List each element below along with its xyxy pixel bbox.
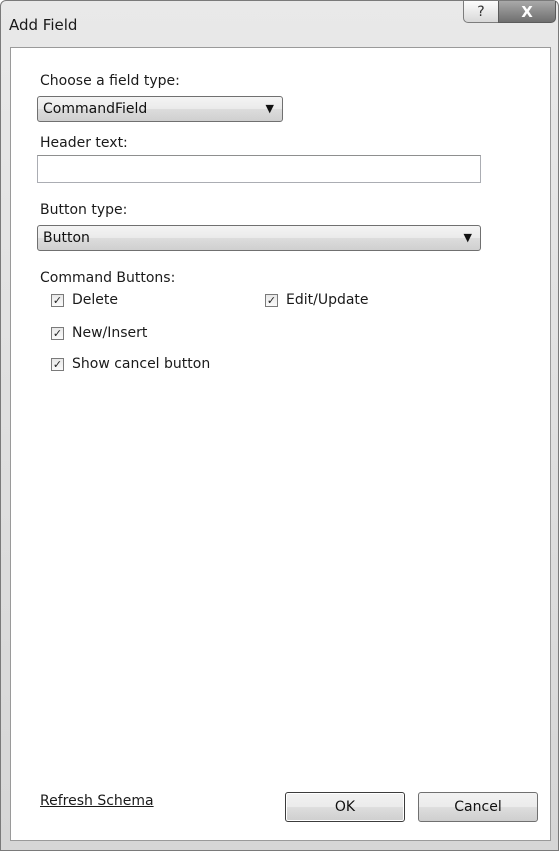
chevron-down-icon: ▼	[463, 231, 472, 244]
checkbox-checked-icon[interactable]: ✓	[51, 357, 64, 371]
checkbox-show-cancel[interactable]: ✓ Show cancel button	[51, 354, 210, 374]
button-type-dropdown[interactable]: Button ▼	[37, 225, 481, 251]
dialog-content: Choose a field type: CommandField ▼ Head…	[10, 47, 551, 841]
checkbox-label: Delete	[72, 292, 118, 308]
checkbox-label: New/Insert	[72, 325, 148, 341]
title-bar: Add Field ? X	[1, 1, 558, 45]
field-type-label: Choose a field type:	[40, 73, 180, 89]
field-type-dropdown[interactable]: CommandField ▼	[37, 96, 283, 122]
chevron-down-icon: ▼	[265, 102, 274, 115]
ok-button[interactable]: OK	[285, 792, 405, 822]
command-buttons-label: Command Buttons:	[40, 270, 176, 286]
field-type-value: CommandField	[43, 101, 148, 117]
checkbox-checked-icon[interactable]: ✓	[51, 293, 64, 307]
checkbox-label: Show cancel button	[72, 356, 211, 372]
checkbox-checked-icon[interactable]: ✓	[265, 293, 278, 307]
checkbox-delete[interactable]: ✓ Delete	[51, 290, 118, 310]
checkbox-label: Edit/Update	[286, 292, 369, 308]
checkbox-edit-update[interactable]: ✓ Edit/Update	[265, 290, 369, 310]
button-type-value: Button	[43, 230, 90, 246]
help-icon: ?	[477, 3, 485, 20]
close-icon: X	[521, 2, 533, 21]
add-field-dialog: Add Field ? X Choose a field type: Comma…	[0, 0, 559, 851]
cancel-button[interactable]: Cancel	[418, 792, 538, 822]
button-type-label: Button type:	[40, 202, 128, 218]
help-button[interactable]: ?	[463, 1, 499, 23]
checkbox-checked-icon[interactable]: ✓	[51, 326, 64, 340]
header-text-input[interactable]	[37, 155, 481, 183]
close-button[interactable]: X	[498, 1, 556, 23]
header-text-label: Header text:	[40, 135, 128, 151]
checkbox-new-insert[interactable]: ✓ New/Insert	[51, 323, 147, 343]
refresh-schema-link[interactable]: Refresh Schema	[40, 793, 154, 809]
window-title: Add Field	[9, 16, 78, 34]
